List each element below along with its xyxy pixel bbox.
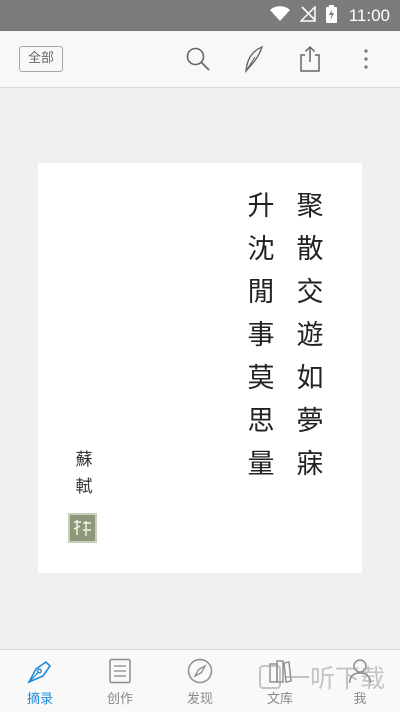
search-icon[interactable] — [184, 45, 212, 73]
status-time: 11:00 — [348, 5, 390, 25]
poem-card[interactable]: 聚散交遊如夢寐 升沈閒事莫思量 蘇軾 — [38, 163, 362, 573]
person-icon — [348, 657, 372, 685]
compass-icon — [187, 657, 213, 685]
pen-nib-icon — [26, 657, 54, 685]
top-toolbar: 全部 — [0, 31, 400, 88]
tab-label-discover: 发现 — [186, 692, 213, 707]
verse-line-1: 聚散交遊如夢寐 — [296, 191, 324, 480]
wifi-icon — [269, 5, 290, 26]
bottom-tab-bar: 摘录 创作 发现 文库 我 — [0, 649, 400, 712]
filter-all-button[interactable]: 全部 — [19, 46, 63, 72]
poem-author: 蘇軾 — [75, 450, 93, 497]
tab-excerpt[interactable]: 摘录 — [0, 650, 80, 712]
tab-library[interactable]: 文库 — [240, 650, 320, 712]
tab-me[interactable]: 我 — [320, 650, 400, 712]
cell-signal-icon — [298, 4, 316, 26]
tab-label-me: 我 — [353, 692, 367, 707]
status-bar: 11:00 — [0, 0, 400, 31]
verse-line-2: 升沈閒事莫思量 — [247, 191, 275, 480]
notebook-icon — [108, 657, 132, 685]
share-icon[interactable] — [296, 45, 324, 73]
tab-label-create: 创作 — [106, 692, 133, 707]
tab-label-excerpt: 摘录 — [26, 692, 53, 707]
tab-discover[interactable]: 发现 — [160, 650, 240, 712]
tab-label-library: 文库 — [266, 692, 293, 707]
books-icon — [267, 657, 293, 685]
tab-create[interactable]: 创作 — [80, 650, 160, 712]
battery-charging-icon — [325, 4, 337, 27]
more-vert-icon[interactable] — [352, 45, 380, 73]
seal-stamp — [68, 513, 97, 543]
feather-pen-icon[interactable] — [240, 45, 268, 73]
